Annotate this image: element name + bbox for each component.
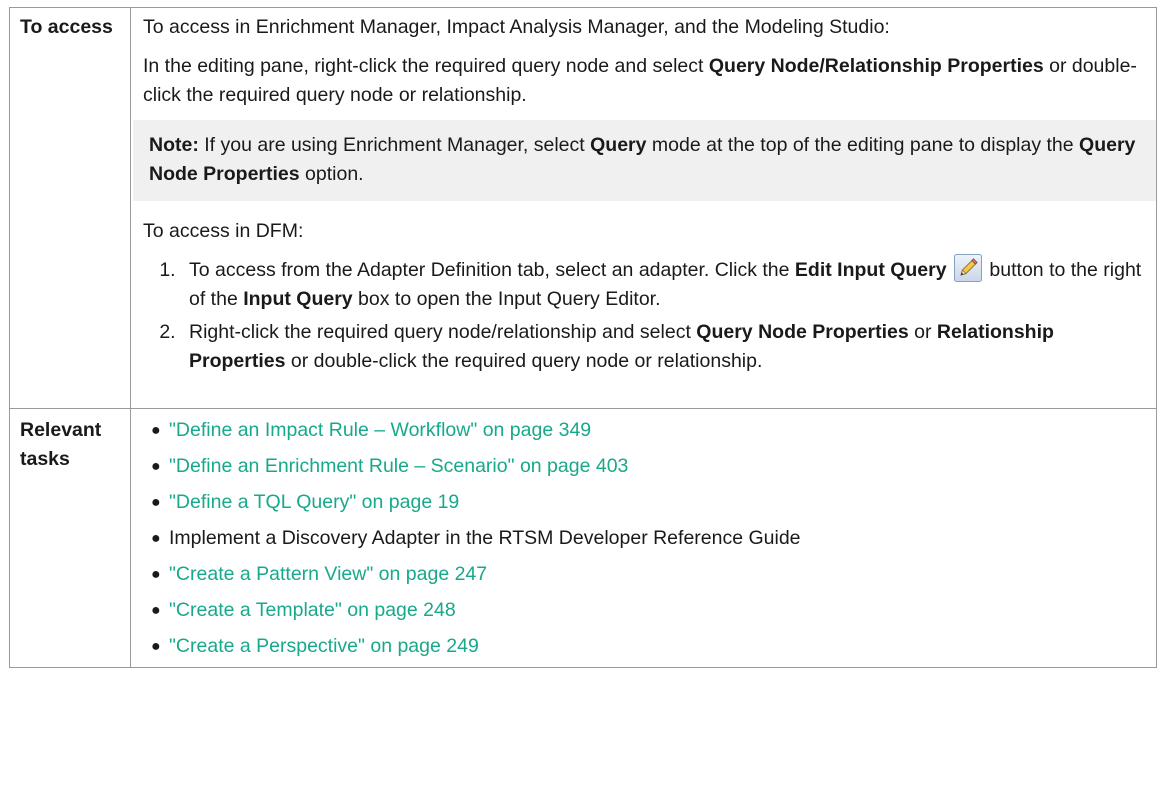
bullet-icon: ● <box>151 566 161 583</box>
task-link-enrichment-rule[interactable]: "Define an Enrichment Rule – Scenario" o… <box>169 455 628 477</box>
dfm-steps-list: To access from the Adapter Definition ta… <box>143 254 1146 376</box>
pencil-icon[interactable] <box>954 254 983 282</box>
task-link-tql-query[interactable]: "Define a TQL Query" on page 19 <box>169 491 459 513</box>
to-access-content: To access in Enrichment Manager, Impact … <box>130 7 1157 409</box>
task-item: ● "Define an Enrichment Rule – Scenario" … <box>151 452 1146 481</box>
access-intro: To access in Enrichment Manager, Impact … <box>143 16 890 38</box>
task-item: ● "Create a Pattern View" on page 247 <box>151 560 1146 589</box>
task-item: ● "Define an Impact Rule – Workflow" on p… <box>151 416 1146 445</box>
task-item: ● "Create a Template" on page 248 <box>151 596 1146 625</box>
to-access-label: To access <box>9 7 131 409</box>
task-item: ● Implement a Discovery Adapter in the RT… <box>151 524 1146 553</box>
bullet-icon: ● <box>151 422 161 439</box>
bullet-icon: ● <box>151 602 161 619</box>
task-item: ● "Define a TQL Query" on page 19 <box>151 488 1146 517</box>
task-link-impact-rule[interactable]: "Define an Impact Rule – Workflow" on pa… <box>169 419 591 441</box>
relevant-tasks-list: ● "Define an Impact Rule – Workflow" on p… <box>143 416 1146 661</box>
bullet-icon: ● <box>151 494 161 511</box>
task-link-template[interactable]: "Create a Template" on page 248 <box>169 599 456 621</box>
dfm-intro: To access in DFM: <box>143 220 304 242</box>
task-link-perspective[interactable]: "Create a Perspective" on page 249 <box>169 635 479 657</box>
relevant-tasks-label: Relevant tasks <box>9 408 131 668</box>
task-text-discovery-adapter: Implement a Discovery Adapter in the RTS… <box>169 527 801 549</box>
bullet-icon: ● <box>151 530 161 547</box>
relevant-tasks-content: ● "Define an Impact Rule – Workflow" on p… <box>130 408 1157 668</box>
relevant-tasks-row: Relevant tasks ● "Define an Impact Rule –… <box>9 408 1157 668</box>
task-item: ● "Create a Perspective" on page 249 <box>151 632 1146 661</box>
dfm-step-1: To access from the Adapter Definition ta… <box>181 254 1146 314</box>
task-link-pattern-view[interactable]: "Create a Pattern View" on page 247 <box>169 563 487 585</box>
bullet-icon: ● <box>151 458 161 475</box>
access-editing-pane-paragraph: In the editing pane, right-click the req… <box>143 55 1137 106</box>
dfm-step-2: Right-click the required query node/rela… <box>181 318 1146 376</box>
note-box: Note: If you are using Enrichment Manage… <box>133 120 1156 201</box>
info-table: To access To access in Enrichment Manage… <box>9 7 1157 668</box>
note-label: Note: <box>149 134 199 156</box>
to-access-row: To access To access in Enrichment Manage… <box>9 7 1157 409</box>
bullet-icon: ● <box>151 638 161 655</box>
